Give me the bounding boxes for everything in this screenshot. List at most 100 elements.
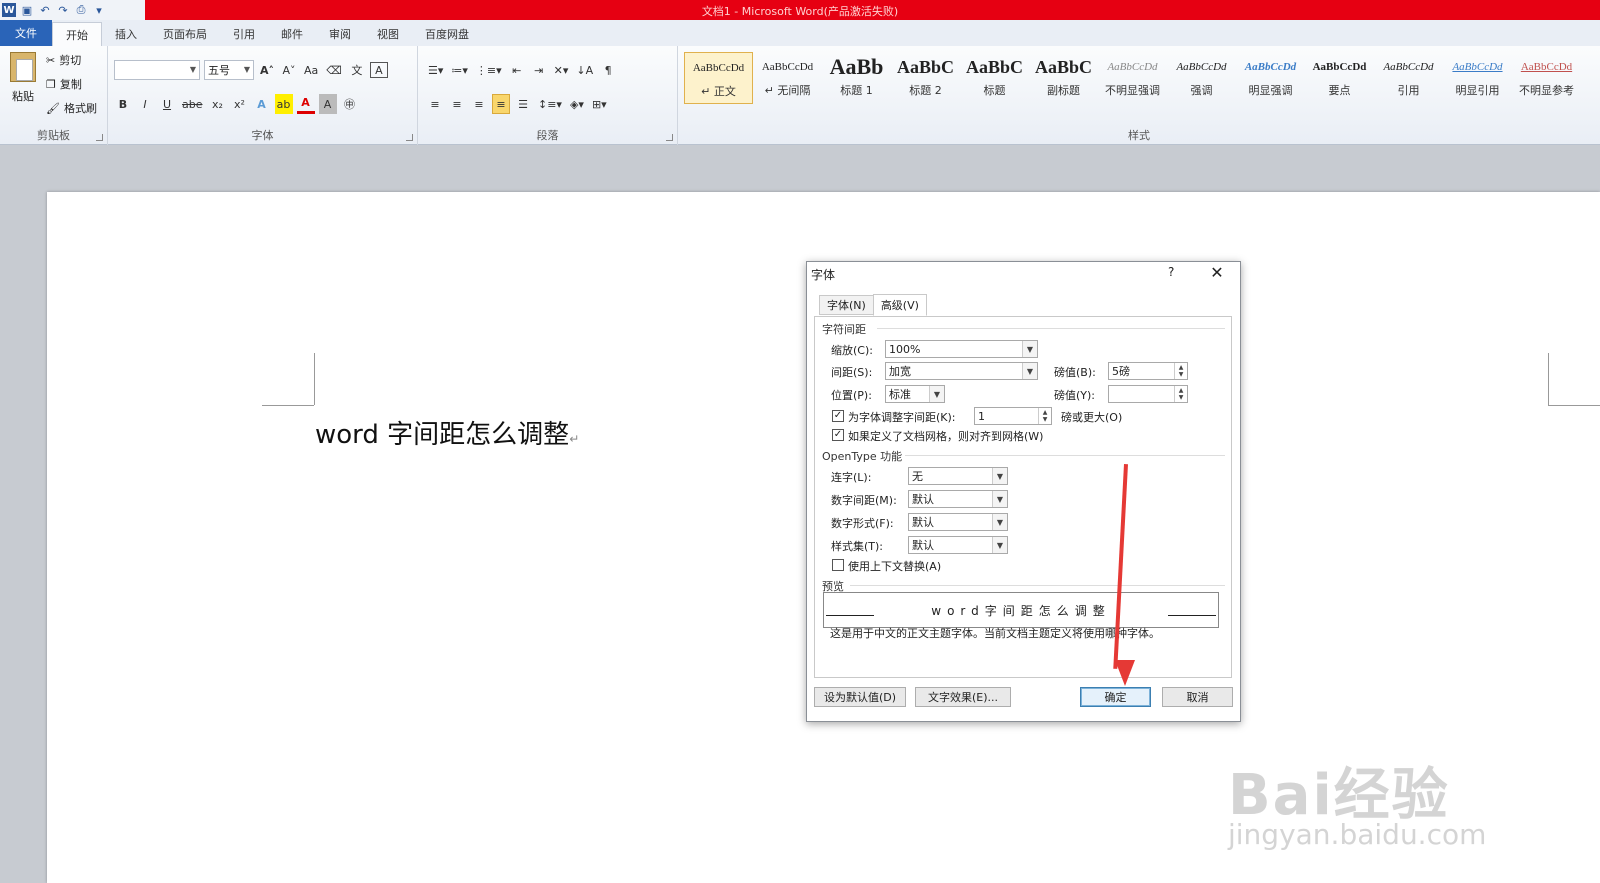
multilevel-list-icon[interactable]: ⋮≡▾: [474, 60, 504, 80]
style-intense-quote[interactable]: AaBbCcDd 明显引用: [1443, 52, 1512, 104]
bold-button[interactable]: B: [114, 94, 132, 114]
change-case-button[interactable]: Aa: [302, 60, 320, 80]
tab-file[interactable]: 文件: [0, 20, 52, 46]
redo-icon[interactable]: ↷: [56, 3, 70, 17]
customize-qat-icon[interactable]: ▾: [92, 3, 106, 17]
align-right-icon[interactable]: ≡: [470, 94, 488, 114]
ligatures-label: 连字(L):: [831, 471, 872, 484]
style-title[interactable]: AaBbC 标题: [960, 52, 1029, 104]
tab-review[interactable]: 审阅: [316, 22, 364, 46]
paste-label: 粘贴: [12, 90, 34, 103]
cut-button[interactable]: ✂ 剪切: [46, 52, 81, 68]
set-default-button[interactable]: 设为默认值(D): [814, 687, 906, 707]
paste-button[interactable]: 粘贴: [6, 52, 40, 112]
tab-page-layout[interactable]: 页面布局: [150, 22, 220, 46]
strikethrough-button[interactable]: abe: [180, 94, 205, 114]
superscript-button[interactable]: x²: [231, 94, 249, 114]
style-quote[interactable]: AaBbCcDd 引用: [1374, 52, 1443, 104]
tab-references[interactable]: 引用: [220, 22, 268, 46]
number-forms-select[interactable]: 默认 ▼: [908, 513, 1008, 531]
number-spacing-select[interactable]: 默认 ▼: [908, 490, 1008, 508]
highlight-icon[interactable]: ab: [274, 94, 293, 114]
format-painter-button[interactable]: 🖌 格式刷: [46, 100, 97, 116]
print-preview-icon[interactable]: ⎙: [74, 3, 88, 17]
spinner-arrows-icon[interactable]: ▲ ▼: [1038, 408, 1051, 424]
tab-home[interactable]: 开始: [52, 22, 102, 46]
cancel-button[interactable]: 取消: [1162, 687, 1233, 707]
font-name-combo[interactable]: ▼: [114, 60, 200, 80]
tab-advanced[interactable]: 高级(V): [872, 294, 927, 316]
bullets-icon[interactable]: ☰▾: [426, 60, 445, 80]
increase-indent-icon[interactable]: ⇥: [530, 60, 548, 80]
char-border-icon[interactable]: A: [369, 62, 388, 78]
text-effects-button[interactable]: 文字效果(E)...: [915, 687, 1011, 707]
help-button[interactable]: ?: [1168, 265, 1174, 279]
paragraph-launcher-icon[interactable]: [666, 134, 673, 141]
style-no-spacing[interactable]: AaBbCcDd ↵ 无间隔: [753, 52, 822, 104]
decrease-indent-icon[interactable]: ⇤: [508, 60, 526, 80]
number-spacing-label: 数字间距(M):: [831, 494, 897, 507]
kerning-checkbox[interactable]: ✓: [832, 410, 844, 422]
contextual-alternates-checkbox[interactable]: [832, 559, 844, 571]
italic-button[interactable]: I: [136, 94, 154, 114]
tab-mailings[interactable]: 邮件: [268, 22, 316, 46]
numbering-icon[interactable]: ≔▾: [449, 60, 470, 80]
font-launcher-icon[interactable]: [406, 134, 413, 141]
clear-format-icon[interactable]: ⌫: [324, 60, 344, 80]
preview-note: 这是用于中文的正文主题字体。当前文档主题定义将使用哪种字体。: [830, 627, 1160, 640]
spacing-by-spinner[interactable]: 5磅 ▲ ▼: [1108, 362, 1188, 380]
snap-to-grid-checkbox[interactable]: ✓: [832, 429, 844, 441]
font-color-icon[interactable]: A: [296, 94, 315, 114]
align-center-icon[interactable]: ≡: [448, 94, 466, 114]
scale-select[interactable]: 100% ▼: [885, 340, 1038, 358]
document-text[interactable]: word 字间距怎么调整↵: [315, 414, 579, 451]
style-intense-emphasis[interactable]: AaBbCcDd 明显强调: [1236, 52, 1305, 104]
style-subtle-reference[interactable]: AaBbCcDd 不明显参考: [1512, 52, 1581, 104]
subscript-button[interactable]: x₂: [209, 94, 227, 114]
position-by-spinner[interactable]: ▲ ▼: [1108, 385, 1188, 403]
text-effects-icon[interactable]: A: [253, 94, 271, 114]
distributed-icon[interactable]: ☰: [514, 94, 532, 114]
grow-font-button[interactable]: A ˄: [258, 60, 276, 80]
style-subtle-emphasis[interactable]: AaBbCcDd 不明显强调: [1098, 52, 1167, 104]
kerning-spinner[interactable]: 1 ▲ ▼: [974, 407, 1052, 425]
char-shading-icon[interactable]: A: [318, 94, 337, 114]
tab-view[interactable]: 视图: [364, 22, 412, 46]
close-button[interactable]: ✕: [1208, 263, 1226, 282]
style-heading-2[interactable]: AaBbC 标题 2: [891, 52, 960, 104]
save-icon[interactable]: ▣: [20, 3, 34, 17]
spinner-arrows-icon[interactable]: ▲ ▼: [1174, 386, 1187, 402]
position-select[interactable]: 标准 ▼: [885, 385, 945, 403]
clipboard-launcher-icon[interactable]: [96, 134, 103, 141]
shading-icon[interactable]: ◈▾: [568, 94, 586, 114]
style-preview: AaBbCcDd: [1312, 61, 1367, 73]
copy-button[interactable]: ❐ 复制: [46, 76, 82, 92]
tab-baidu-netdisk[interactable]: 百度网盘: [412, 22, 482, 46]
ligatures-select[interactable]: 无 ▼: [908, 467, 1008, 485]
tab-insert[interactable]: 插入: [102, 22, 150, 46]
tab-font[interactable]: 字体(N): [819, 295, 874, 315]
style-heading-1[interactable]: AaBb 标题 1: [822, 52, 891, 104]
phonetic-guide-icon[interactable]: 文: [348, 60, 366, 80]
enclose-char-icon[interactable]: ㊥: [341, 94, 359, 114]
underline-button[interactable]: U: [158, 94, 176, 114]
style-subtitle[interactable]: AaBbC 副标题: [1029, 52, 1098, 104]
align-left-icon[interactable]: ≡: [426, 94, 444, 114]
font-size-combo[interactable]: 五号 ▼: [204, 60, 254, 80]
style-normal[interactable]: AaBbCcDd ↵ 正文: [684, 52, 753, 104]
ok-button[interactable]: 确定: [1080, 687, 1151, 707]
spinner-arrows-icon[interactable]: ▲ ▼: [1174, 363, 1187, 379]
chinese-layout-icon[interactable]: ✕▾: [552, 60, 571, 80]
spacing-select[interactable]: 加宽 ▼: [885, 362, 1038, 380]
style-strong[interactable]: AaBbCcDd 要点: [1305, 52, 1374, 104]
justify-icon[interactable]: ≡: [492, 94, 510, 114]
shrink-font-button[interactable]: A ˅: [280, 60, 298, 80]
style-emphasis[interactable]: AaBbCcDd 强调: [1167, 52, 1236, 104]
sort-icon[interactable]: ↓A: [574, 60, 595, 80]
borders-icon[interactable]: ⊞▾: [590, 94, 609, 114]
chevron-down-icon: ▼: [992, 491, 1007, 507]
stylistic-sets-select[interactable]: 默认 ▼: [908, 536, 1008, 554]
show-marks-icon[interactable]: ¶: [599, 60, 617, 80]
line-spacing-icon[interactable]: ↕≡▾: [536, 94, 564, 114]
undo-icon[interactable]: ↶: [38, 3, 52, 17]
